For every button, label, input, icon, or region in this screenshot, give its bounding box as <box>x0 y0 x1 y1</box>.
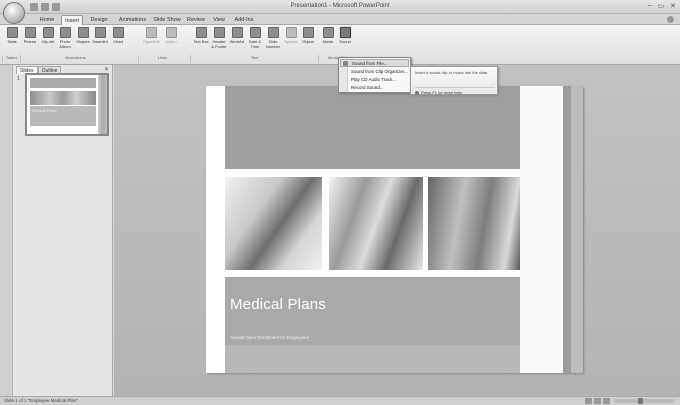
slide-subtitle[interactable]: Annual Open Enrollment for Employees <box>230 335 309 340</box>
picture-button[interactable]: Picture <box>22 27 38 44</box>
action-icon <box>165 27 177 38</box>
header-footer-button[interactable]: Header & Footer <box>211 27 227 49</box>
group-illustrations: Illustrations <box>20 55 130 63</box>
slide-number-label: 1 <box>17 76 20 82</box>
table-icon <box>6 27 18 38</box>
tab-home[interactable]: Home <box>35 15 59 25</box>
action-button[interactable]: Action <box>163 27 179 44</box>
slide-show-icon[interactable] <box>603 398 610 404</box>
slide-sorter-icon[interactable] <box>594 398 601 404</box>
left-edge <box>0 65 13 396</box>
tab-slide-show[interactable]: Slide Show <box>151 15 183 25</box>
slide-header-band <box>225 86 520 169</box>
chart-icon <box>112 27 124 38</box>
doctor-with-boy-photo <box>329 177 423 270</box>
maximize-button[interactable]: ▭ <box>658 2 665 10</box>
object-button[interactable]: Object <box>300 27 316 44</box>
shapes-icon <box>77 27 89 38</box>
date-time-icon <box>249 27 261 38</box>
picture-icon <box>24 27 36 38</box>
speaker-icon <box>339 27 351 38</box>
photo-album-button[interactable]: Photo Album <box>57 27 73 49</box>
slide-title[interactable]: Medical Plans <box>230 296 326 313</box>
office-button[interactable] <box>3 2 25 24</box>
slide-subtitle-band <box>225 345 520 373</box>
minimize-button[interactable]: – <box>648 2 652 10</box>
slide-number-icon <box>267 27 279 38</box>
ribbon-tabs: Home Insert Design Animations Slide Show… <box>0 14 680 25</box>
movie-button[interactable]: Movie <box>320 27 336 44</box>
tab-add-ins[interactable]: Add-Ins <box>230 15 258 25</box>
hyperlink-button[interactable]: Hyperlink <box>143 27 160 44</box>
chart-button[interactable]: Chart <box>110 27 126 44</box>
sound-from-file-tooltip: Insert a sound clip or music into the sl… <box>410 66 498 95</box>
help-icon[interactable] <box>667 16 674 23</box>
status-text: Slide 1 of 1 "Employee Medical Plan" <box>4 398 78 403</box>
senior-couple-with-doctor-photo <box>225 177 322 270</box>
slide-thumbnail[interactable]: Medical Plans <box>25 73 109 136</box>
sound-file-icon <box>343 61 348 66</box>
menu-item-sound-from-clip-organizer[interactable]: Sound from Clip Organizer... <box>351 68 408 76</box>
young-man-with-stethoscope-photo <box>428 177 520 270</box>
group-text: Text <box>190 55 318 63</box>
pane-close-icon[interactable]: ✕ <box>104 66 109 73</box>
date-time-button[interactable]: Date & Time <box>247 27 263 49</box>
smartart-icon <box>94 27 106 38</box>
tab-insert[interactable]: Insert <box>61 15 83 25</box>
tooltip-help: Press F1 for more help. <box>415 87 495 95</box>
shapes-button[interactable]: Shapes <box>75 27 91 44</box>
close-button[interactable]: ✕ <box>670 2 676 10</box>
view-buttons <box>585 398 610 404</box>
thumbnail-photos <box>30 91 96 105</box>
smartart-button[interactable]: SmartArt <box>92 27 108 44</box>
tab-view[interactable]: View <box>209 15 229 25</box>
table-button[interactable]: Table <box>4 27 20 44</box>
menu-item-record-sound[interactable]: Record Sound... <box>351 84 384 92</box>
zoom-knob[interactable] <box>638 398 643 404</box>
text-box-button[interactable]: Text Box <box>193 27 209 44</box>
slide[interactable]: Medical Plans Annual Open Enrollment for… <box>206 86 583 373</box>
wordart-button[interactable]: WordArt <box>229 27 245 44</box>
title-bar: Presentation1 - Microsoft PowerPoint – ▭… <box>0 0 680 14</box>
window-title: Presentation1 - Microsoft PowerPoint <box>290 3 390 9</box>
sound-dropdown-menu: Sound from File... Sound from Clip Organ… <box>338 57 411 93</box>
object-icon <box>302 27 314 38</box>
group-links: Links <box>138 55 186 63</box>
clip-art-icon <box>42 27 54 38</box>
hyperlink-icon <box>145 27 157 38</box>
tooltip-description: Insert a sound clip or music into the sl… <box>415 70 489 75</box>
tab-review[interactable]: Review <box>184 15 208 25</box>
status-bar: Slide 1 of 1 "Employee Medical Plan" <box>0 396 680 405</box>
slide-photo-strip <box>225 177 520 270</box>
clip-art-button[interactable]: Clip Art <box>40 27 56 44</box>
text-box-icon <box>195 27 207 38</box>
photo-album-icon <box>59 27 71 38</box>
header-footer-icon <box>213 27 225 38</box>
symbol-icon <box>285 27 297 38</box>
tab-design[interactable]: Design <box>86 15 112 25</box>
symbol-button[interactable]: Symbol <box>283 27 299 44</box>
sound-button[interactable]: Sound <box>337 27 353 44</box>
movie-icon <box>322 27 334 38</box>
zoom-slider[interactable] <box>614 398 674 404</box>
menu-item-play-cd-audio-track[interactable]: Play CD Audio Track... <box>351 76 396 84</box>
thumbnail-title: Medical Plans <box>32 108 57 113</box>
tab-animations[interactable]: Animations <box>115 15 150 25</box>
slide-number-button[interactable]: Slide Number <box>265 27 281 49</box>
menu-item-sound-from-file[interactable]: Sound from File... <box>340 59 409 67</box>
help-icon <box>415 90 419 95</box>
normal-view-icon[interactable] <box>585 398 592 404</box>
group-tables: Tables <box>2 55 20 63</box>
wordart-icon <box>231 27 243 38</box>
window-controls: – ▭ ✕ <box>648 2 676 10</box>
